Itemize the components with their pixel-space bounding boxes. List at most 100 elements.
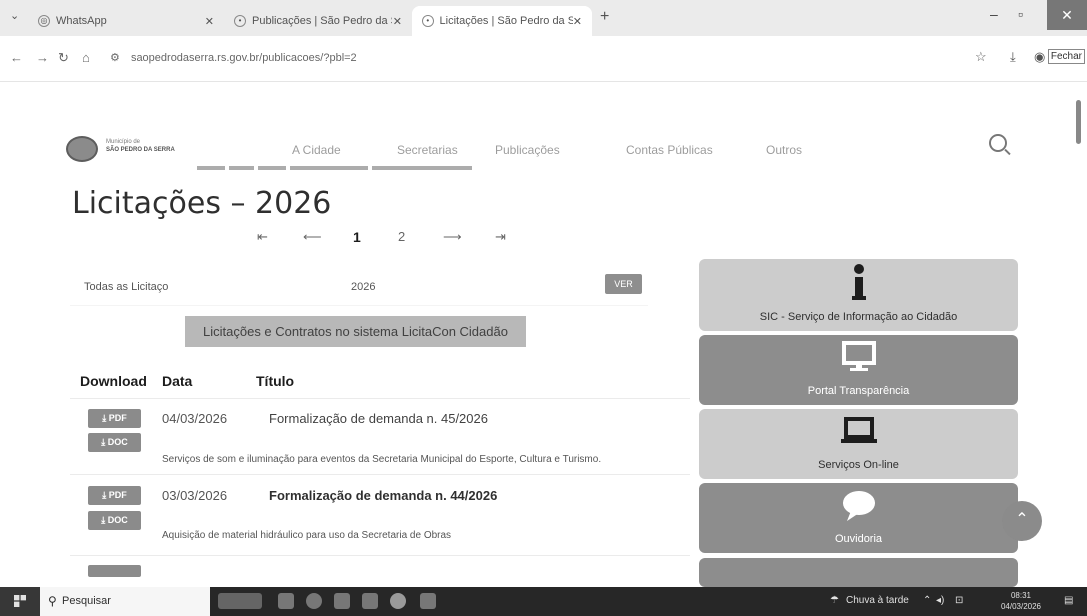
download-doc-button[interactable]: ⤓ DOC [88, 511, 141, 530]
column-header-titulo: Título [256, 373, 295, 389]
pager-page-1[interactable]: 1 [353, 229, 361, 245]
tray-chevron-icon[interactable]: ⌃ [923, 595, 931, 606]
close-tab-icon[interactable]: ✕ [205, 15, 214, 28]
servicos-online-label: Serviços On-line [818, 459, 899, 471]
back-icon[interactable]: ← [10, 50, 23, 65]
year-select[interactable]: 2026 [351, 281, 375, 293]
download-pdf-button[interactable] [88, 565, 141, 577]
maximize-button[interactable]: ▫ [1018, 6, 1023, 22]
browser-tab-bar: ⌄ ◎ WhatsApp ✕ • Publicações | São Pedro… [0, 0, 1087, 36]
municipality-logo[interactable] [66, 136, 98, 162]
page-scrollbar[interactable] [1076, 100, 1081, 144]
download-doc-button[interactable]: ⤓ DOC [88, 433, 141, 452]
menu-item-secretarias[interactable]: Secretarias [397, 143, 458, 157]
row-description: Serviços de som e iluminação para evento… [162, 454, 602, 465]
category-tab[interactable] [372, 166, 472, 170]
weather-icon[interactable]: ☂ [830, 595, 839, 606]
site-favicon-icon: • [422, 15, 434, 27]
category-tab[interactable] [290, 166, 368, 170]
download-pdf-button[interactable]: ⤓ PDF [88, 409, 141, 428]
portal-transparencia-card[interactable]: Portal Transparência [699, 335, 1018, 405]
category-tab[interactable] [197, 166, 225, 170]
row-date: 03/03/2026 [162, 488, 228, 503]
chat-bubble-icon [842, 491, 875, 521]
row-title-link[interactable]: Formalização de demanda n. 45/2026 [269, 411, 488, 426]
doc-label: DOC [107, 437, 128, 447]
licitacon-button[interactable]: Licitações e Contratos no sistema Licita… [185, 316, 526, 347]
clock-time: 08:31 [1010, 591, 1031, 600]
network-icon[interactable]: ⊡ [955, 595, 963, 606]
windows-taskbar: ⚲ Pesquisar ☂ Chuva à tarde ⌃ ◂) ⊡ 08:31… [0, 587, 1087, 616]
bookmark-star-icon[interactable]: ☆ [975, 49, 987, 65]
servicos-online-card[interactable]: Serviços On-line [699, 409, 1018, 479]
taskbar-search[interactable]: ⚲ Pesquisar [40, 587, 210, 616]
file-explorer-icon[interactable] [334, 593, 350, 609]
category-select[interactable]: Todas as Licitaço [84, 281, 168, 293]
pager-page-2[interactable]: 2 [398, 229, 405, 244]
column-header-data: Data [162, 373, 193, 389]
category-tab[interactable] [258, 166, 286, 170]
taskbar-clock[interactable]: 08:31 04/03/2026 [1001, 590, 1041, 612]
menu-item-a-cidade[interactable]: A Cidade [292, 143, 341, 157]
tab-list-chevron-icon[interactable]: ⌄ [10, 9, 19, 22]
ouvidoria-card[interactable]: Ouvidoria [699, 483, 1018, 553]
table-divider [70, 555, 690, 556]
chrome-icon[interactable] [390, 593, 406, 609]
start-button[interactable] [0, 587, 40, 616]
pager-last[interactable]: ⇥ [495, 229, 506, 245]
sic-card[interactable]: SIC - Serviço de Informação ao Cidadão [699, 259, 1018, 331]
menu-item-outros[interactable]: Outros [766, 143, 802, 157]
doc-label: DOC [107, 515, 128, 525]
pager-first[interactable]: ⇤ [257, 229, 268, 245]
menu-item-contas-publicas[interactable]: Contas Públicas [626, 143, 713, 157]
forward-icon[interactable]: → [36, 50, 49, 65]
scroll-to-top-button[interactable]: ⌃ [1002, 501, 1042, 541]
app-icon[interactable] [420, 593, 436, 609]
store-icon[interactable] [362, 593, 378, 609]
tab-whatsapp[interactable]: ◎ WhatsApp ✕ [28, 6, 224, 36]
taskbar-widget-icon[interactable] [218, 593, 262, 609]
reload-icon[interactable]: ↻ [58, 50, 69, 66]
home-icon[interactable]: ⌂ [82, 50, 90, 65]
minimize-button[interactable]: – [990, 6, 998, 22]
category-tab[interactable] [229, 166, 254, 170]
download-pdf-button[interactable]: ⤓ PDF [88, 486, 141, 505]
weather-text[interactable]: Chuva à tarde [846, 595, 909, 606]
pager-prev[interactable]: ⟵ [303, 229, 322, 245]
close-tab-icon[interactable]: ✕ [393, 15, 402, 28]
window-close-button[interactable]: ✕ [1047, 0, 1087, 30]
notification-icon[interactable]: ▤ [1064, 595, 1073, 606]
logo-name-text: SÃO PEDRO DA SERRA [106, 147, 175, 153]
task-view-icon[interactable] [278, 593, 294, 609]
table-divider [70, 398, 690, 399]
profile-icon[interactable]: ◉ [1034, 49, 1045, 65]
tab-publicacoes[interactable]: • Publicações | São Pedro da Ser ✕ [224, 6, 412, 36]
search-icon: ⚲ [48, 594, 57, 608]
edge-icon[interactable] [306, 593, 322, 609]
tab-label: Publicações | São Pedro da Ser [252, 15, 392, 27]
volume-icon[interactable]: ◂) [936, 595, 944, 606]
url-field[interactable]: ⚙ saopedrodaserra.rs.gov.br/publicacoes/… [110, 51, 357, 64]
url-text: saopedrodaserra.rs.gov.br/publicacoes/?p… [130, 52, 357, 64]
row-title-link[interactable]: Formalização de demanda n. 44/2026 [269, 488, 497, 503]
pager-next[interactable]: ⟶ [443, 229, 462, 245]
logo-small-text: Município de [106, 139, 141, 145]
site-header: Município de SÃO PEDRO DA SERRA A Cidade… [0, 82, 1087, 172]
pdf-label: PDF [108, 413, 127, 423]
tab-licitacoes[interactable]: • Licitações | São Pedro da Serra ✕ [412, 6, 592, 36]
logo-text[interactable]: Município de SÃO PEDRO DA SERRA [106, 138, 175, 154]
tab-label: Licitações | São Pedro da Serra [439, 15, 573, 27]
address-bar: ← → ↻ ⌂ ⚙ saopedrodaserra.rs.gov.br/publ… [0, 36, 1087, 82]
fechar-button[interactable]: Fechar [1047, 49, 1085, 64]
next-card[interactable] [699, 558, 1018, 587]
filter-row: Todas as Licitaço 2026 VER [70, 266, 648, 306]
site-info-icon[interactable]: ⚙ [110, 52, 120, 64]
menu-item-publicacoes[interactable]: Publicações [495, 143, 560, 157]
ver-button[interactable]: VER [605, 274, 642, 294]
search-icon[interactable] [989, 134, 1007, 152]
laptop-icon [840, 417, 877, 443]
pdf-label: PDF [108, 490, 127, 500]
new-tab-button[interactable]: + [600, 8, 609, 26]
close-tab-icon[interactable]: ✕ [573, 15, 582, 28]
download-icon[interactable]: ⤓ [1010, 49, 1016, 65]
